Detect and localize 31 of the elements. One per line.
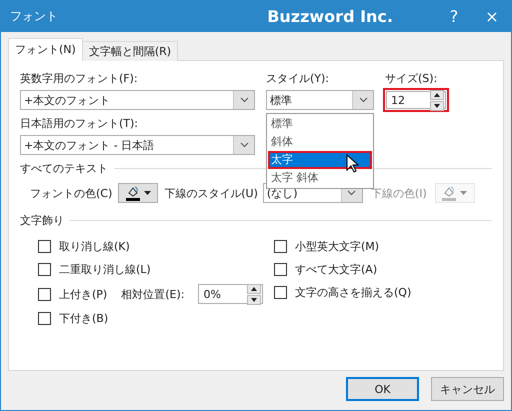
tab[interactable]: フォント(N) — [8, 38, 83, 61]
offset-spinbox[interactable]: 0% — [198, 284, 264, 304]
section-title: すべてのテキスト — [20, 161, 108, 176]
field-label: 下線の色(I) — [370, 186, 427, 200]
checkbox-label: すべて大文字(A) — [295, 262, 378, 277]
field-label: フォントの色(C) — [30, 186, 112, 200]
field-label: 日本語用のフォント(T): — [20, 116, 138, 131]
help-button[interactable]: ? — [435, 7, 473, 26]
field-label: サイズ(S): — [385, 71, 438, 86]
dialog-button[interactable]: キャンセル — [431, 377, 504, 401]
close-button[interactable]: × — [473, 7, 511, 26]
list-option[interactable]: 太字 — [268, 151, 372, 169]
brand-name: Buzzword Inc. — [267, 7, 393, 26]
tab[interactable]: 文字幅と間隔(R) — [82, 41, 178, 61]
window-title: フォント — [10, 8, 59, 25]
checkbox-label: 下付き(B) — [59, 311, 108, 326]
field-label: 相対位置(E): — [121, 286, 184, 302]
style-dropdown[interactable]: 標準 — [266, 90, 374, 110]
checkbox-label: 上付き(P) — [59, 286, 108, 302]
field-label: 下線のスタイル(U) — [164, 186, 258, 200]
checkbox-label: 文字の高さを揃える(Q) — [295, 285, 412, 300]
checkbox-label: 取り消し線(K) — [59, 239, 130, 254]
checkbox-label: 二重取り消し線(L) — [59, 262, 151, 277]
size-spinbox[interactable]: 12 — [383, 88, 449, 112]
dialog-button[interactable]: OK — [346, 377, 419, 401]
field-label: スタイル(Y): — [266, 71, 330, 86]
checkbox-label: 小型英大文字(M) — [295, 239, 380, 254]
font-dropdown[interactable]: +本文のフォント - 日本語 — [20, 135, 255, 155]
font-dropdown[interactable]: +本文のフォント — [20, 90, 255, 110]
section-title: 文字飾り — [20, 213, 64, 228]
field-label: 英数字用のフォント(F): — [20, 71, 139, 86]
